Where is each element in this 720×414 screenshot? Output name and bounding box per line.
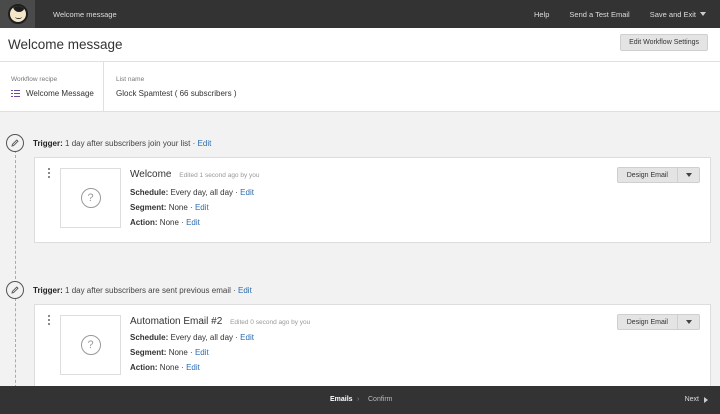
question-mark-icon: ? [80, 188, 101, 208]
freddie-icon [7, 4, 28, 24]
list-icon [11, 89, 20, 98]
chevron-down-icon [685, 173, 692, 177]
edit-workflow-settings-button[interactable]: Edit Workflow Settings [620, 34, 708, 51]
trigger-text: Trigger: 1 day after subscribers are sen… [33, 286, 252, 295]
save-and-exit-label: Save and Exit [649, 9, 696, 19]
trigger-description: 1 day after subscribers are sent previou… [65, 285, 231, 295]
edit-trigger-link[interactable]: Edit [238, 286, 252, 295]
separator: · [235, 188, 238, 197]
action-value: None [159, 363, 179, 372]
workflow-info: Workflow recipe Welcome Message List nam… [0, 62, 720, 112]
email-name: Automation Email #2 [130, 316, 223, 327]
action-label: Action: [130, 363, 158, 372]
trigger-description: 1 day after subscribers join your list [65, 138, 191, 148]
separator: · [192, 138, 196, 148]
top-bar: Welcome message Help Send a Test Email S… [0, 0, 720, 28]
trigger-row: Trigger: 1 day after subscribers are sen… [6, 281, 252, 299]
design-email-button-group: Design Email [616, 167, 700, 183]
send-test-email-link[interactable]: Send a Test Email [569, 10, 629, 19]
step-confirm[interactable]: Confirm [368, 396, 393, 403]
edit-segment-link[interactable]: Edit [195, 203, 209, 212]
list-name-value: Glock Spamtest ( 66 subscribers ) [116, 89, 237, 98]
trigger-label: Trigger: [33, 138, 63, 148]
workflow-recipe-value: Welcome Message [26, 89, 94, 98]
schedule-field: Schedule: Every day, all day · Edit [130, 333, 254, 342]
design-email-button[interactable]: Design Email [616, 314, 678, 330]
edit-trigger-link[interactable]: Edit [198, 139, 212, 148]
action-field: Action: None · Edit [130, 363, 200, 372]
edit-action-link[interactable]: Edit [186, 363, 200, 372]
edit-action-link[interactable]: Edit [186, 218, 200, 227]
separator: · [181, 218, 184, 227]
help-link[interactable]: Help [534, 10, 549, 19]
arrow-right-icon [704, 396, 708, 403]
more-options-icon[interactable] [48, 168, 51, 180]
page-header: Welcome message Edit Workflow Settings [0, 28, 720, 62]
action-field: Action: None · Edit [130, 218, 200, 227]
design-email-dropdown[interactable] [678, 314, 700, 330]
chevron-down-icon [700, 12, 706, 16]
list-name: List name Glock Spamtest ( 66 subscriber… [104, 62, 236, 98]
trigger-label: Trigger: [33, 285, 63, 295]
trigger-text: Trigger: 1 day after subscribers join yo… [33, 139, 211, 148]
workflow-recipe-label: Workflow recipe [11, 76, 58, 83]
email-name: Welcome [130, 169, 172, 180]
question-mark-icon: ? [80, 335, 101, 355]
save-and-exit-menu[interactable]: Save and Exit [650, 10, 706, 19]
edited-timestamp: Edited 1 second ago by you [179, 172, 260, 179]
separator: · [181, 363, 184, 372]
segment-field: Segment: None · Edit [130, 348, 209, 357]
segment-field: Segment: None · Edit [130, 203, 209, 212]
segment-value: None [168, 203, 188, 212]
next-label: Next [684, 396, 699, 403]
design-email-button-group: Design Email [616, 314, 700, 330]
mailchimp-logo[interactable] [0, 0, 35, 28]
email-title: Automation Email #2 Edited 0 second ago … [130, 316, 310, 327]
pencil-icon[interactable] [6, 134, 24, 152]
design-email-dropdown[interactable] [678, 167, 700, 183]
next-button[interactable]: Next [685, 396, 708, 403]
step-emails[interactable]: Emails [330, 396, 353, 403]
email-title: Welcome Edited 1 second ago by you [130, 169, 260, 180]
email-thumbnail[interactable]: ? [60, 168, 121, 228]
segment-value: None [168, 348, 188, 357]
email-thumbnail[interactable]: ? [60, 315, 121, 375]
edit-segment-link[interactable]: Edit [195, 348, 209, 357]
more-options-icon[interactable] [48, 315, 51, 327]
email-card: ? Automation Email #2 Edited 0 second ag… [34, 304, 711, 394]
schedule-value: Every day, all day [170, 333, 234, 342]
chevron-right-icon: › [357, 396, 360, 403]
schedule-label: Schedule: [130, 333, 169, 342]
action-label: Action: [130, 218, 158, 227]
schedule-value: Every day, all day [170, 188, 234, 197]
segment-label: Segment: [130, 348, 167, 357]
separator: · [235, 333, 238, 342]
edit-schedule-link[interactable]: Edit [240, 333, 254, 342]
design-email-button[interactable]: Design Email [616, 167, 678, 183]
workflow-recipe-value-row: Welcome Message [11, 89, 103, 98]
trigger-row: Trigger: 1 day after subscribers join yo… [6, 134, 211, 152]
segment-label: Segment: [130, 203, 167, 212]
separator: · [190, 348, 193, 357]
schedule-label: Schedule: [130, 188, 169, 197]
chevron-down-icon [685, 320, 692, 324]
edited-timestamp: Edited 0 second ago by you [230, 319, 311, 326]
top-bar-title: Welcome message [53, 9, 117, 19]
timeline-connector [15, 150, 16, 284]
list-name-label: List name [116, 76, 145, 83]
workflow-recipe: Workflow recipe Welcome Message [0, 62, 104, 111]
separator: · [190, 203, 193, 212]
separator: · [233, 285, 236, 295]
top-bar-actions: Help Send a Test Email Save and Exit [534, 0, 720, 28]
page-title: Welcome message [8, 37, 123, 52]
schedule-field: Schedule: Every day, all day · Edit [130, 188, 254, 197]
timeline-connector [15, 298, 16, 388]
footer-bar: Emails › Confirm Next [0, 386, 720, 414]
action-value: None [159, 218, 179, 227]
edit-schedule-link[interactable]: Edit [240, 188, 254, 197]
email-card: ? Welcome Edited 1 second ago by you Sch… [34, 157, 711, 243]
pencil-icon[interactable] [6, 281, 24, 299]
